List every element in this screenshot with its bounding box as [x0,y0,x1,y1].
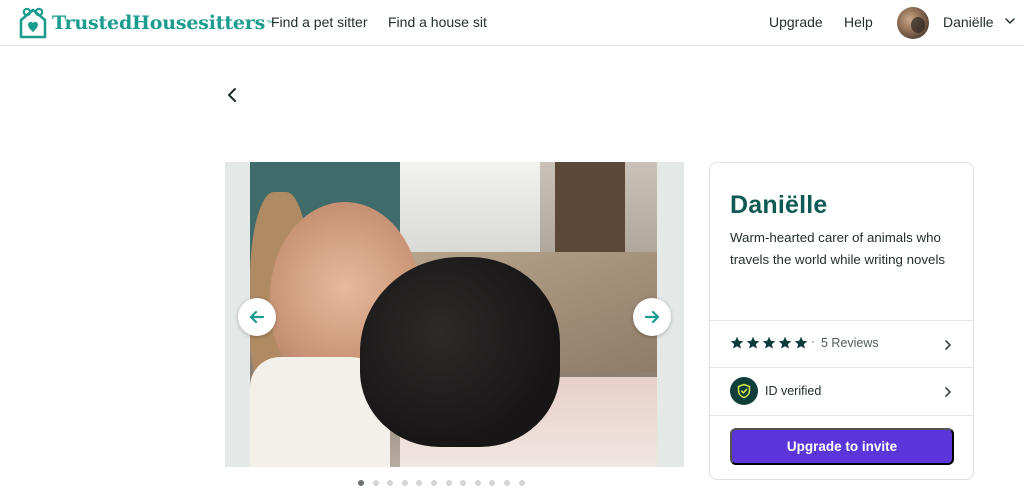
photo-carousel[interactable] [225,162,684,467]
carousel-dot[interactable] [474,480,481,486]
avatar[interactable] [897,7,929,39]
back-chevron-icon[interactable] [223,86,241,104]
star-icon [794,336,808,349]
id-verified-row[interactable]: ID verified [710,368,973,415]
carousel-dot[interactable] [416,480,423,486]
reviews-count: 5 Reviews [821,336,879,350]
star-icon [730,336,744,349]
carousel-dot[interactable] [460,480,467,486]
star-icon [762,336,776,349]
chevron-right-icon [945,340,951,350]
carousel-dot[interactable] [518,480,525,486]
profile-bio: Warm-hearted carer of animals who travel… [730,230,946,267]
shield-check-icon [737,383,751,399]
carousel-dot[interactable] [489,480,496,486]
verified-badge [730,377,758,405]
reviews-row[interactable]: · 5 Reviews [710,321,973,367]
carousel-dot[interactable] [430,480,437,486]
carousel-pagination [358,480,525,488]
profile-card: Daniëlle Warm-hearted carer of animals w… [709,162,974,480]
id-verified-label: ID verified [765,384,822,398]
nav-find-pet-sitter[interactable]: Find a pet sitter [271,14,368,30]
carousel-dot[interactable] [445,480,452,486]
divider [710,415,973,416]
arrow-left-icon [249,310,265,324]
star-icon [778,336,792,349]
carousel-prev-button[interactable] [238,298,276,336]
user-menu-name[interactable]: Daniëlle [943,14,994,30]
carousel-dot[interactable] [358,480,364,486]
rating-stars [730,336,808,350]
arrow-right-icon [644,310,660,324]
chevron-down-icon[interactable] [1004,15,1016,27]
nav-find-house-sit[interactable]: Find a house sit [388,14,487,30]
brand-logo[interactable]: TrustedHousesitters ™ [18,6,273,40]
carousel-dot[interactable] [372,480,379,486]
profile-name: Daniëlle [730,191,828,219]
carousel-dot[interactable] [401,480,408,486]
star-icon [746,336,760,349]
nav-upgrade[interactable]: Upgrade [769,14,823,30]
carousel-dot[interactable] [503,480,510,486]
nav-help[interactable]: Help [844,14,873,30]
house-logo-icon [19,7,47,39]
top-header: TrustedHousesitters ™ Find a pet sitter … [0,0,1024,46]
chevron-right-icon [945,387,951,397]
upgrade-to-invite-button[interactable]: Upgrade to invite [730,428,954,465]
logo-wordmark: TrustedHousesitters [52,12,266,34]
profile-photo [250,162,657,467]
carousel-dot[interactable] [387,480,394,486]
separator-dot: · [811,334,815,348]
carousel-next-button[interactable] [633,298,671,336]
